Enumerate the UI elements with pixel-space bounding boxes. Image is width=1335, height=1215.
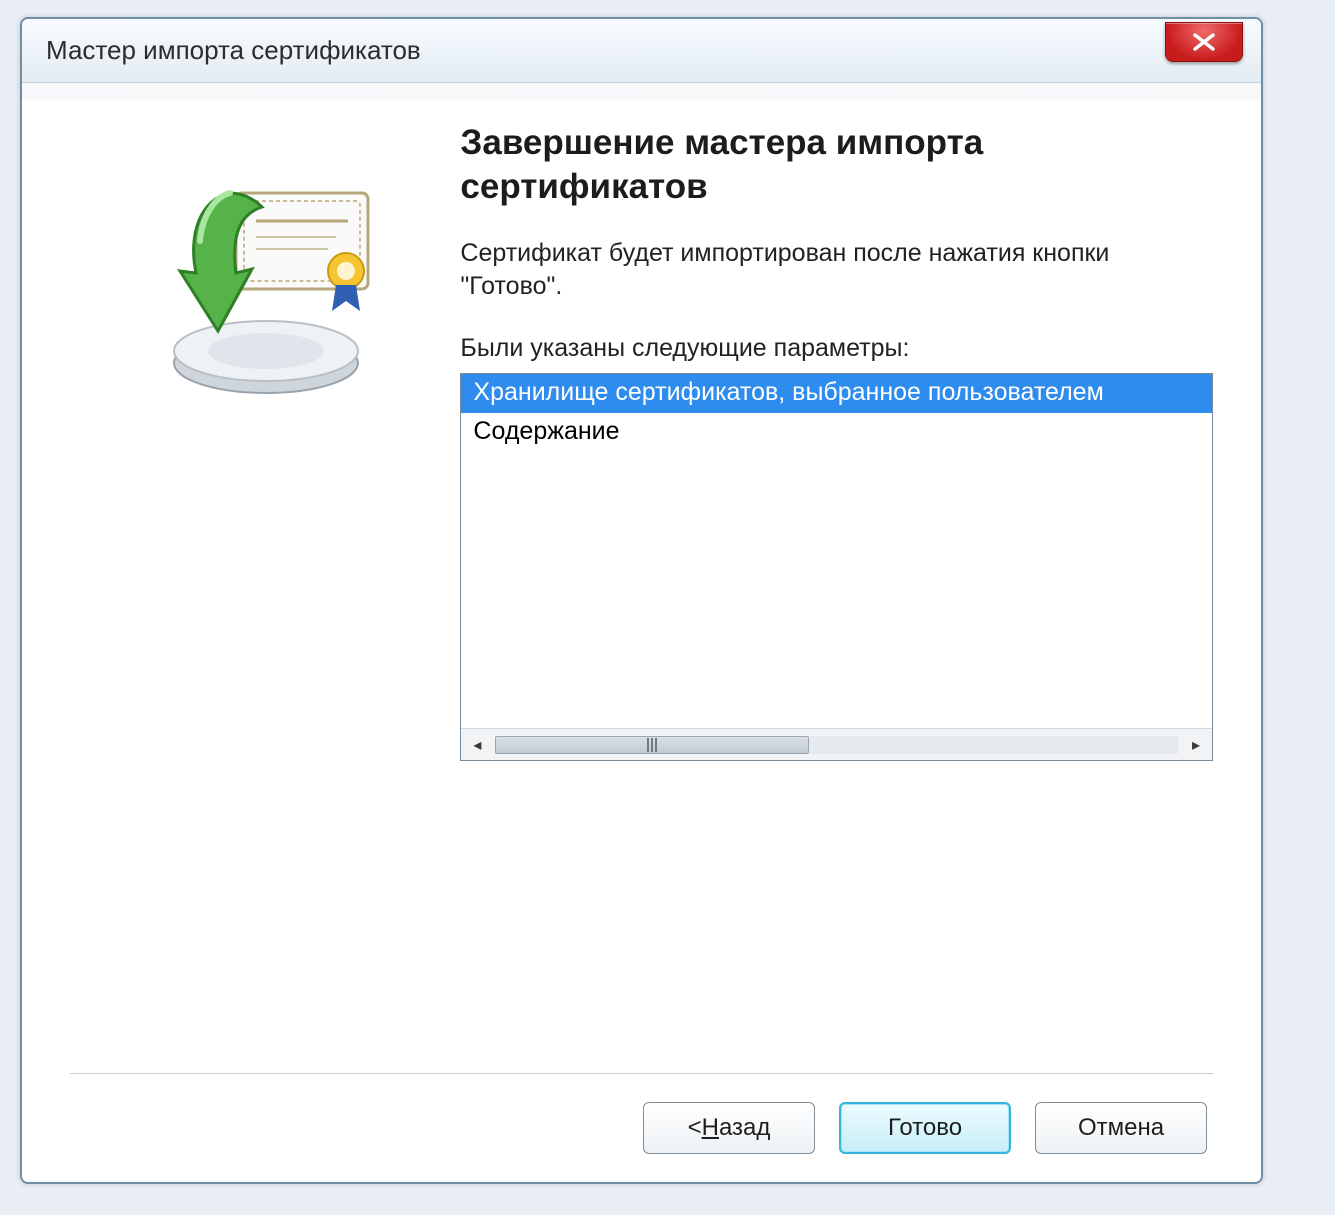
finish-button[interactable]: Готово (839, 1102, 1011, 1154)
content-row: Завершение мастера импорта сертификатов … (70, 113, 1213, 1049)
description-text: Сертификат будет импортирован после нажа… (460, 237, 1213, 305)
horizontal-scrollbar[interactable]: ◂ ▸ (461, 728, 1212, 760)
scroll-right-arrow[interactable]: ▸ (1180, 729, 1212, 760)
back-button-hotkey: Н (702, 1114, 719, 1142)
scroll-thumb[interactable] (495, 736, 809, 754)
parameters-listbox[interactable]: Хранилище сертификатов, выбранное пользо… (460, 373, 1213, 761)
separator (70, 1073, 1213, 1074)
back-button[interactable]: < Назад (643, 1102, 815, 1154)
list-item[interactable]: Содержание (461, 413, 1212, 452)
back-button-rest: азад (719, 1114, 770, 1142)
cancel-button[interactable]: Отмена (1035, 1102, 1207, 1154)
main-column: Завершение мастера импорта сертификатов … (460, 113, 1213, 1049)
wizard-graphic (70, 113, 446, 1049)
certificate-import-icon (118, 153, 398, 413)
dialog-window: Мастер импорта сертификатов (20, 17, 1263, 1184)
button-row: < Назад Готово Отмена (70, 1102, 1213, 1154)
listbox-items: Хранилище сертификатов, выбранное пользо… (461, 374, 1212, 728)
finish-button-label: Готово (888, 1114, 962, 1142)
scroll-left-arrow[interactable]: ◂ (461, 729, 493, 760)
back-button-prefix: < (688, 1114, 702, 1142)
titlebar: Мастер импорта сертификатов (22, 19, 1261, 83)
close-icon (1191, 32, 1217, 52)
cancel-button-label: Отмена (1078, 1114, 1164, 1142)
list-item[interactable]: Хранилище сертификатов, выбранное пользо… (461, 374, 1212, 413)
parameters-label: Были указаны следующие параметры: (460, 334, 1213, 363)
client-area: Завершение мастера импорта сертификатов … (22, 83, 1261, 1182)
scroll-track[interactable] (495, 736, 1178, 754)
window-title: Мастер импорта сертификатов (46, 35, 1165, 66)
page-title: Завершение мастера импорта сертификатов (460, 121, 1213, 209)
close-button[interactable] (1165, 22, 1243, 62)
